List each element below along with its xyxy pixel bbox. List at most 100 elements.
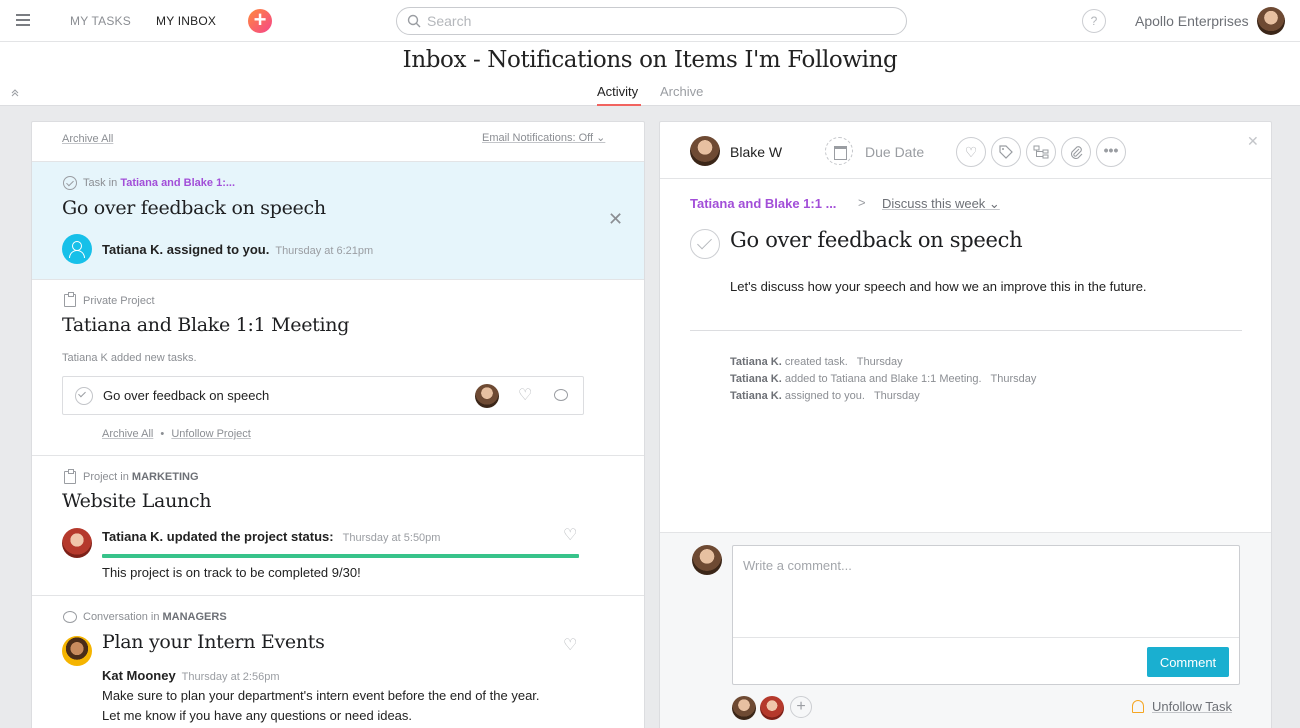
story-line: Tatiana K. added to Tatiana and Blake 1:…: [730, 373, 1037, 385]
archive-all-link[interactable]: Archive All: [62, 133, 113, 145]
author-avatar[interactable]: [62, 636, 92, 666]
divider: [690, 330, 1242, 331]
subtask-name[interactable]: Go over feedback on speech: [103, 386, 269, 406]
follower-avatar[interactable]: [732, 696, 756, 720]
story-line: Tatiana K. created task. Thursday: [730, 356, 903, 368]
page-title: Inbox - Notifications on Items I'm Follo…: [402, 47, 898, 73]
comment-section: Comment + Unfollow Task: [660, 532, 1271, 728]
separator: •: [160, 428, 165, 440]
card-title[interactable]: Tatiana and Blake 1:1 Meeting: [62, 314, 349, 336]
hamburger-menu-icon[interactable]: [16, 14, 30, 26]
tag-icon[interactable]: [991, 137, 1021, 167]
timestamp: Thursday at 2:56pm: [181, 671, 280, 683]
search-bar[interactable]: [396, 7, 907, 35]
card-meta: Private Project: [83, 295, 155, 307]
close-pane-icon[interactable]: ✕: [1247, 132, 1259, 150]
card-title[interactable]: Go over feedback on speech: [62, 197, 326, 219]
add-follower-button[interactable]: +: [790, 696, 812, 718]
assignee-name[interactable]: Blake W: [730, 144, 782, 160]
activity-text: Tatiana K. assigned to you. Thursday at 6…: [102, 242, 374, 257]
heart-icon[interactable]: ♡: [563, 528, 577, 544]
card-meta: Conversation in MANAGERS: [83, 611, 227, 623]
search-icon: [407, 14, 421, 28]
breadcrumb-separator: >: [858, 195, 866, 210]
unfollow-project-link[interactable]: Unfollow Project: [171, 428, 250, 440]
inbox-card-conversation[interactable]: Conversation in MANAGERS Plan your Inter…: [32, 596, 644, 728]
comment-button[interactable]: Comment: [1147, 647, 1229, 677]
more-options-icon[interactable]: •••: [1096, 137, 1126, 167]
active-tab-indicator: [597, 104, 641, 106]
heart-icon[interactable]: ♡: [563, 638, 577, 654]
inbox-list: Archive All Email Notifications: Off ⌄ T…: [31, 121, 645, 728]
timestamp: Thursday at 5:50pm: [342, 532, 441, 544]
assigned-icon: [62, 234, 92, 264]
team-name[interactable]: MARKETING: [132, 471, 199, 483]
subtasks-icon[interactable]: [1026, 137, 1056, 167]
calendar-icon[interactable]: [825, 137, 853, 165]
section-dropdown[interactable]: Discuss this week ⌄: [882, 196, 1000, 212]
subtask-row[interactable]: Go over feedback on speech ♡: [62, 376, 584, 415]
commenter-avatar: [692, 545, 722, 575]
archive-all-link[interactable]: Archive All: [102, 428, 153, 440]
card-meta: Project in MARKETING: [83, 471, 199, 483]
tab-archive[interactable]: Archive: [660, 84, 703, 99]
task-detail-pane: Blake W Due Date ♡ ••• ✕ Tatiana and Bla…: [659, 121, 1272, 728]
top-bar: MY TASKS MY INBOX + ? Apollo Enterprises: [0, 0, 1300, 42]
project-clipboard-icon: [64, 292, 76, 307]
comment-footer: Comment: [733, 637, 1239, 684]
comment-composer: Comment: [732, 545, 1240, 685]
inbox-card-status[interactable]: Project in MARKETING Website Launch Tati…: [32, 456, 644, 596]
author-line: Kat Mooney Thursday at 2:56pm: [102, 668, 280, 683]
attachment-icon[interactable]: [1061, 137, 1091, 167]
due-date-field[interactable]: Due Date: [865, 144, 924, 160]
task-title[interactable]: Go over feedback on speech: [730, 228, 1023, 252]
unfollow-task-link[interactable]: Unfollow Task: [1152, 699, 1232, 714]
status-text: This project is on track to be completed…: [102, 565, 361, 580]
quick-add-button[interactable]: +: [248, 9, 272, 33]
inbox-toolbar: Archive All Email Notifications: Off ⌄: [32, 122, 644, 162]
status-progress-bar: [102, 554, 579, 558]
task-toolbar: Blake W Due Date ♡ ••• ✕: [660, 122, 1271, 179]
author-avatar[interactable]: [62, 528, 92, 558]
card-note: Tatiana K added new tasks.: [62, 352, 197, 364]
nav-my-tasks[interactable]: MY TASKS: [70, 14, 131, 28]
inbox-card-project[interactable]: Private Project Tatiana and Blake 1:1 Me…: [32, 280, 644, 456]
assignee-avatar[interactable]: [475, 384, 499, 408]
subtask-check-icon[interactable]: [75, 387, 93, 405]
bell-icon: [1132, 700, 1144, 713]
message-line-1: Make sure to plan your department's inte…: [102, 688, 540, 703]
follower-avatar[interactable]: [760, 696, 784, 720]
author-name[interactable]: Kat Mooney: [102, 668, 176, 683]
activity-text: Tatiana K. updated the project status: Th…: [102, 529, 441, 544]
help-button[interactable]: ?: [1082, 9, 1106, 33]
card-title[interactable]: Plan your Intern Events: [102, 631, 325, 653]
organization-name[interactable]: Apollo Enterprises: [1135, 13, 1249, 29]
task-check-icon: [63, 176, 77, 190]
breadcrumb-project[interactable]: Tatiana and Blake 1:1 ...: [690, 196, 836, 211]
comment-icon[interactable]: [554, 389, 568, 401]
timestamp: Thursday at 6:21pm: [275, 245, 374, 257]
close-icon[interactable]: ✕: [608, 210, 623, 228]
user-avatar[interactable]: [1257, 7, 1285, 35]
search-input[interactable]: [427, 13, 887, 29]
tab-activity[interactable]: Activity: [597, 84, 638, 99]
inbox-card-task[interactable]: Task in Tatiana and Blake 1:... Go over …: [32, 162, 644, 280]
team-name[interactable]: MANAGERS: [163, 611, 227, 623]
card-title[interactable]: Website Launch: [62, 490, 212, 512]
complete-task-check-icon[interactable]: [690, 229, 720, 259]
comment-input[interactable]: [733, 546, 1239, 637]
page-header: Inbox - Notifications on Items I'm Follo…: [0, 42, 1300, 106]
assignee-avatar[interactable]: [690, 136, 720, 166]
task-description[interactable]: Let's discuss how your speech and how we…: [730, 279, 1147, 294]
project-clipboard-icon: [64, 469, 76, 484]
heart-icon[interactable]: ♡: [518, 388, 532, 404]
project-link[interactable]: Tatiana and Blake 1:...: [120, 177, 235, 189]
story-line: Tatiana K. assigned to you. Thursday: [730, 390, 920, 402]
card-actions: Archive All • Unfollow Project: [102, 428, 251, 440]
message-line-2: Let me know if you have any questions or…: [102, 708, 413, 723]
nav-my-inbox[interactable]: MY INBOX: [156, 14, 216, 28]
heart-icon[interactable]: ♡: [956, 137, 986, 167]
conversation-icon: [63, 611, 77, 623]
email-notifications-dropdown[interactable]: Email Notifications: Off ⌄: [482, 131, 605, 144]
collapse-header-icon[interactable]: [10, 88, 20, 98]
